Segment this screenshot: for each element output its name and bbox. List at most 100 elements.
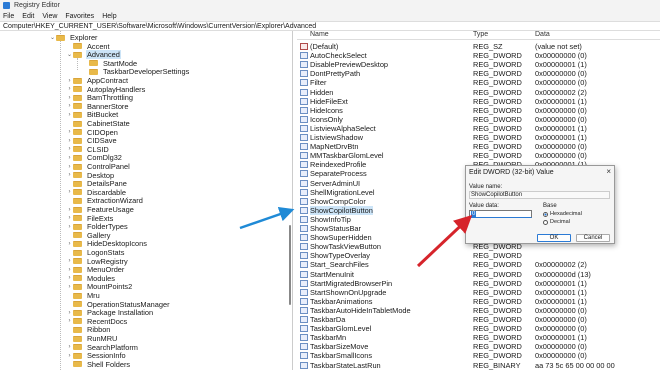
column-name-header[interactable]: Name	[310, 31, 329, 38]
value-row[interactable]: TaskbarStateLastRun REG_BINARY aa 73 5c 65…	[297, 361, 660, 370]
expand-chevron-icon[interactable]: ›	[66, 267, 73, 273]
expand-chevron-icon[interactable]: ›	[66, 318, 73, 324]
value-row[interactable]: StartMenuInit REG_DWORD 0x0000000d (13)	[297, 270, 660, 279]
expand-chevron-icon[interactable]: ›	[66, 138, 73, 144]
value-row[interactable]: AutoCheckSelect REG_DWORD 0x00000000 (0)	[297, 51, 660, 60]
title-bar: Registry Editor	[0, 0, 660, 11]
value-row[interactable]: TaskbarAutoHideInTabletMode REG_DWORD 0x00…	[297, 306, 660, 315]
expand-chevron-icon[interactable]: ⌄	[66, 51, 73, 58]
column-data-header[interactable]: Data	[535, 31, 550, 38]
value-row[interactable]: MapNetDrvBtn REG_DWORD 0x00000000 (0)	[297, 142, 660, 151]
folder-icon	[73, 163, 82, 170]
dword-value-icon	[300, 170, 308, 178]
tree-scrollbar[interactable]	[289, 225, 291, 305]
value-row[interactable]: DisablePreviewDesktop REG_DWORD 0x00000001…	[297, 60, 660, 69]
hexadecimal-radio[interactable]: Hexadecimal	[543, 211, 582, 217]
folder-icon	[73, 344, 82, 351]
value-row[interactable]: TaskbarGlomLevel REG_DWORD 0x00000000 (0)	[297, 324, 660, 333]
expand-chevron-icon[interactable]: ›	[66, 78, 73, 84]
value-row[interactable]: TaskbarSmallIcons REG_DWORD 0x00000000 (0)	[297, 351, 660, 360]
value-data-input[interactable]: 0	[469, 210, 532, 218]
value-row[interactable]: StartMigratedBrowserPin REG_DWORD 0x000000…	[297, 279, 660, 288]
value-name: ShowSuperHidden	[310, 233, 372, 243]
expand-chevron-icon[interactable]: ›	[66, 146, 73, 152]
value-row[interactable]: (Default) REG_SZ (value not set)	[297, 42, 660, 51]
value-row[interactable]: ListviewAlphaSelect REG_DWORD 0x00000001 (…	[297, 124, 660, 133]
expand-chevron-icon[interactable]: ›	[66, 344, 73, 350]
expand-chevron-icon[interactable]: ›	[66, 155, 73, 161]
address-bar[interactable]: Computer\HKEY_CURRENT_USER\Software\Micr…	[0, 21, 660, 31]
edit-dword-dialog: Edit DWORD (32-bit) Value × Value name: …	[465, 165, 615, 244]
expand-chevron-icon[interactable]: ›	[66, 224, 73, 230]
menu-help[interactable]: Help	[102, 13, 116, 20]
value-data: 0x00000001 (1)	[535, 278, 587, 288]
dword-value-icon	[300, 106, 308, 114]
expand-chevron-icon[interactable]: ›	[66, 86, 73, 92]
column-type-header[interactable]: Type	[473, 31, 488, 38]
value-name: ShowCopilotButton	[310, 205, 373, 215]
expand-chevron-icon[interactable]: ›	[66, 215, 73, 221]
expand-chevron-icon[interactable]: ›	[66, 275, 73, 281]
decimal-radio[interactable]: Decimal	[543, 219, 570, 225]
value-row[interactable]: Start_SearchFiles REG_DWORD 0x00000002 (2)	[297, 260, 660, 269]
value-type: REG_DWORD	[473, 60, 522, 70]
dword-value-icon	[300, 234, 308, 242]
expand-chevron-icon[interactable]: ›	[66, 189, 73, 195]
value-row[interactable]: TaskbarAnimations REG_DWORD 0x00000001 (1)	[297, 297, 660, 306]
value-row[interactable]: TaskbarDa REG_DWORD 0x00000000 (0)	[297, 315, 660, 324]
dword-value-icon	[300, 179, 308, 187]
tree-guide	[60, 31, 61, 370]
value-row[interactable]: Filter REG_DWORD 0x00000000 (0)	[297, 78, 660, 87]
decimal-label: Decimal	[550, 219, 570, 225]
expand-chevron-icon[interactable]: ›	[66, 310, 73, 316]
tree-node[interactable]: Shell Folders	[66, 360, 131, 369]
expand-chevron-icon[interactable]: ⌄	[49, 34, 56, 41]
value-name: Start_SearchFiles	[310, 260, 369, 270]
value-name: MapNetDrvBtn	[310, 142, 359, 152]
value-row[interactable]: ShowTypeOverlay REG_DWORD	[297, 251, 660, 260]
expand-chevron-icon[interactable]: ›	[66, 112, 73, 118]
expand-chevron-icon[interactable]: ›	[66, 241, 73, 247]
value-type: REG_DWORD	[473, 114, 522, 124]
value-row[interactable]: Hidden REG_DWORD 0x00000002 (2)	[297, 88, 660, 97]
value-name: TaskbarGlomLevel	[310, 324, 372, 334]
expand-chevron-icon[interactable]: ›	[66, 207, 73, 213]
expand-chevron-icon[interactable]: ›	[66, 284, 73, 290]
value-name: HideFileExt	[310, 96, 348, 106]
menu-favorites[interactable]: Favorites	[65, 13, 94, 20]
value-row[interactable]: TaskbarMn REG_DWORD 0x00000001 (1)	[297, 333, 660, 342]
value-row[interactable]: StartShownOnUpgrade REG_DWORD 0x00000001 (…	[297, 288, 660, 297]
dword-value-icon	[300, 197, 308, 205]
menu-edit[interactable]: Edit	[22, 13, 34, 20]
expand-chevron-icon[interactable]: ›	[66, 129, 73, 135]
value-type: REG_DWORD	[473, 142, 522, 152]
value-row[interactable]: IconsOnly REG_DWORD 0x00000000 (0)	[297, 115, 660, 124]
value-row[interactable]: MMTaskbarGlomLevel REG_DWORD 0x00000000 (0…	[297, 151, 660, 160]
close-icon[interactable]: ×	[606, 167, 611, 176]
value-type: REG_DWORD	[473, 123, 522, 133]
value-name: SeparateProcess	[310, 169, 367, 179]
dword-value-icon	[300, 252, 308, 260]
value-name: ServerAdminUI	[310, 178, 361, 188]
expand-chevron-icon[interactable]: ›	[66, 353, 73, 359]
value-row[interactable]: DontPrettyPath REG_DWORD 0x00000000 (0)	[297, 69, 660, 78]
value-row[interactable]: TaskbarSizeMove REG_DWORD 0x00000000 (0)	[297, 342, 660, 351]
menu-file[interactable]: File	[3, 13, 14, 20]
value-type: REG_DWORD	[473, 351, 522, 361]
menu-view[interactable]: View	[42, 13, 57, 20]
value-row[interactable]: HideIcons REG_DWORD 0x00000000 (0)	[297, 106, 660, 115]
ok-button[interactable]: OK	[537, 234, 571, 242]
cancel-button[interactable]: Cancel	[576, 234, 610, 242]
expand-chevron-icon[interactable]: ›	[66, 258, 73, 264]
value-type: REG_DWORD	[473, 105, 522, 115]
expand-chevron-icon[interactable]: ›	[66, 172, 73, 178]
expand-chevron-icon[interactable]: ›	[66, 95, 73, 101]
folder-icon	[73, 266, 82, 273]
expand-chevron-icon[interactable]: ›	[66, 103, 73, 109]
expand-chevron-icon[interactable]: ›	[66, 164, 73, 170]
folder-icon	[73, 103, 82, 110]
value-row[interactable]: ListviewShadow REG_DWORD 0x00000001 (1)	[297, 133, 660, 142]
folder-icon	[73, 292, 82, 299]
value-row[interactable]: HideFileExt REG_DWORD 0x00000001 (1)	[297, 97, 660, 106]
value-data: 0x00000000 (0)	[535, 151, 587, 161]
